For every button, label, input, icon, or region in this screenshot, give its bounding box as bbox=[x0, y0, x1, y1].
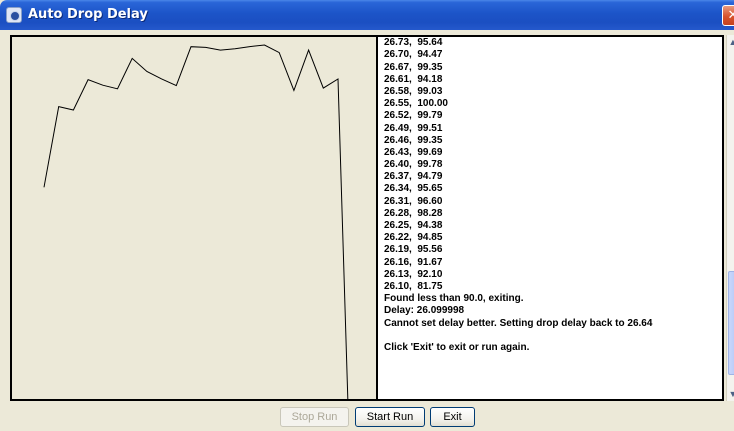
log-line: 26.16, 91.67 bbox=[384, 256, 443, 268]
log-lines: 26.76, 94.4026.73, 95.6426.70, 94.4726.6… bbox=[384, 37, 714, 354]
auto-drop-delay-window: Auto Drop Delay ✕ 26.76, 94.4026.73, 95.… bbox=[0, 0, 734, 431]
scroll-up-arrow-icon[interactable]: ▲ bbox=[727, 35, 734, 49]
scroll-down-arrow-icon[interactable]: ▼ bbox=[727, 387, 734, 401]
delay-graph bbox=[43, 44, 349, 399]
scroll-thumb[interactable] bbox=[728, 271, 734, 375]
log-line: 26.70, 94.47 bbox=[384, 49, 443, 61]
log-line: 26.55, 100.00 bbox=[384, 98, 448, 110]
log-line: 26.34, 95.65 bbox=[384, 183, 443, 195]
log-line: 26.37, 94.79 bbox=[384, 171, 443, 183]
log-line: 26.58, 99.03 bbox=[384, 85, 443, 97]
log-line: 26.19, 95.56 bbox=[384, 244, 443, 256]
log-line: 26.28, 98.28 bbox=[384, 207, 443, 219]
log-line: Delay: 26.099998 bbox=[384, 305, 465, 317]
log-line: 26.61, 94.18 bbox=[384, 73, 443, 85]
graph-line bbox=[43, 44, 349, 399]
log-scrollbar[interactable]: ▲ ▼ bbox=[726, 35, 734, 401]
log-output[interactable]: 26.76, 94.4026.73, 95.6426.70, 94.4726.6… bbox=[377, 35, 724, 401]
graph-panel bbox=[10, 35, 377, 401]
log-line: 26.25, 94.38 bbox=[384, 220, 443, 231]
close-button[interactable]: ✕ bbox=[722, 5, 734, 26]
log-line: 26.46, 99.35 bbox=[384, 134, 443, 146]
log-line: 26.10, 81.75 bbox=[384, 280, 443, 292]
log-line: 26.67, 99.35 bbox=[384, 61, 443, 73]
title-bar[interactable]: Auto Drop Delay ✕ bbox=[0, 0, 734, 30]
log-line: 26.73, 95.64 bbox=[384, 37, 443, 49]
log-line: 26.49, 99.51 bbox=[384, 122, 443, 134]
log-line: Cannot set delay better. Setting drop de… bbox=[384, 317, 653, 329]
log-line: 26.40, 99.78 bbox=[384, 159, 443, 171]
log-line: 26.43, 99.69 bbox=[384, 146, 443, 158]
start-run-button[interactable]: Start Run bbox=[355, 407, 425, 427]
log-line: Click 'Exit' to exit or run again. bbox=[384, 341, 530, 353]
log-line: 26.52, 99.79 bbox=[384, 110, 443, 122]
exit-button[interactable]: Exit bbox=[430, 407, 475, 427]
stop-run-button[interactable]: Stop Run bbox=[280, 407, 349, 427]
log-line: 26.31, 96.60 bbox=[384, 195, 443, 207]
app-icon bbox=[6, 7, 22, 23]
button-bar: Stop Run Start Run Exit bbox=[0, 402, 734, 431]
log-line: 26.22, 94.85 bbox=[384, 232, 443, 244]
log-line: 26.13, 92.10 bbox=[384, 268, 443, 280]
window-title: Auto Drop Delay bbox=[28, 7, 148, 22]
log-line: Found less than 90.0, exiting. bbox=[384, 293, 524, 305]
